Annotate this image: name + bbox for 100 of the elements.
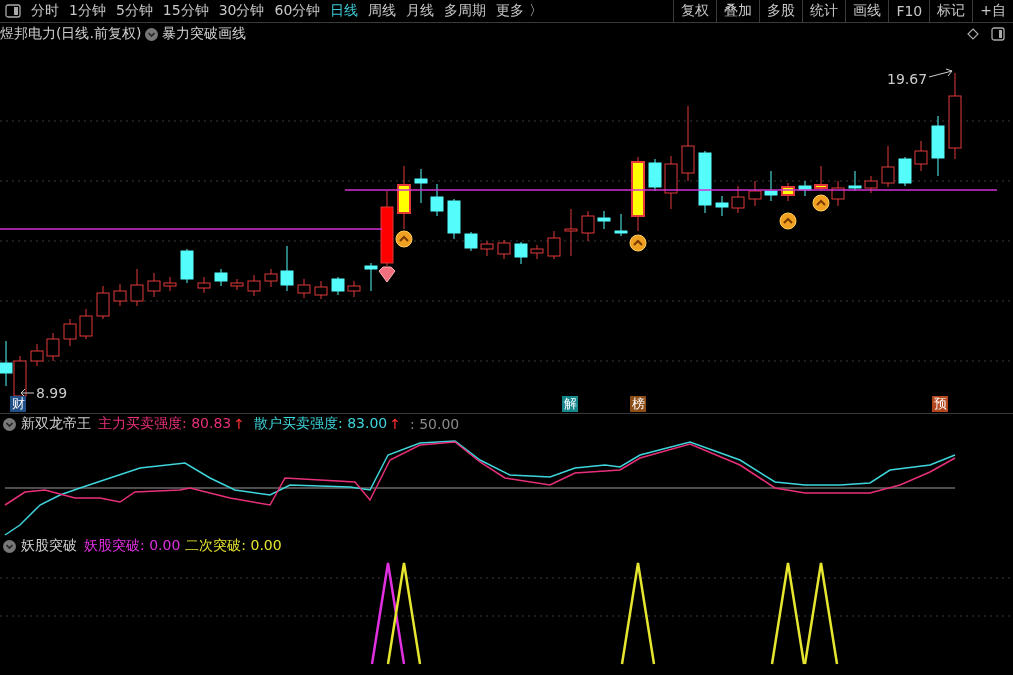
candlestick [814,165,828,192]
period-tab[interactable]: 日线 [325,0,364,22]
candlestick [0,340,13,387]
period-tab[interactable]: 15分钟 [157,0,214,22]
price-low-label: 8.99 [36,385,68,401]
candlestick [798,180,812,197]
candlestick [347,280,361,298]
candlestick [163,276,177,292]
up-arrow: ↑ [389,416,401,432]
candlestick [147,272,161,298]
candlestick [331,276,345,296]
price-high-label: 19.67 [887,71,928,87]
toolbar-button[interactable]: 复权 [673,0,717,22]
candlestick [715,195,729,217]
legend-value: 散户买卖强度: 83.00 [254,415,388,433]
candlestick [96,285,110,320]
candlestick [79,308,93,340]
up-chevron-coin-icon [779,212,797,230]
candlestick [497,239,511,260]
more-button[interactable]: 更多 〉 [491,0,548,22]
toolbar-button[interactable]: 统计 [802,0,846,22]
period-tab[interactable]: 周线 [363,0,402,22]
toolbar-button[interactable]: +自 [972,0,1013,22]
candlestick [30,343,44,367]
overlay-name: 暴力突破画线 [162,25,247,43]
candlestick [831,180,845,207]
candlestick [113,283,127,307]
candlestick [447,198,461,240]
candlestick [297,278,311,299]
panel-toggle-icon[interactable] [991,27,1005,41]
gem-icon [378,266,396,283]
stock-title: 煜邦电力(日线.前复权) [0,25,142,43]
legend-value: 主力买卖强度: 80.83 [98,415,232,433]
candlestick [480,240,494,257]
candlestick [364,262,378,292]
candlestick [881,145,895,188]
event-marker[interactable]: 预 [932,396,948,412]
event-marker[interactable]: 榜 [630,396,646,412]
event-marker[interactable]: 解 [562,396,578,412]
up-chevron-coin-icon [395,230,413,248]
candlestick [130,268,144,307]
legend-value: : 50.00 [409,416,460,432]
toolbar-button[interactable]: 标记 [929,0,973,22]
candlestick [931,115,945,177]
panel-toggle-icon[interactable] [5,4,21,18]
dropdown-icon[interactable] [3,539,16,553]
event-marker[interactable]: 财 [10,396,26,412]
candlestick [264,268,278,288]
candlestick [664,155,678,210]
candlestick [597,210,611,230]
arrow-icon [928,68,953,78]
period-tab[interactable]: 分时 [26,0,64,22]
candlestick [614,213,628,237]
candlestick [414,168,428,204]
candlestick [781,182,795,202]
candlestick [698,150,712,214]
legend-value: 妖股突破: 0.00 [84,537,181,555]
dropdown-icon[interactable] [145,27,159,41]
candlestick [864,175,878,194]
candlestick [46,332,60,362]
up-chevron-coin-icon [629,234,647,252]
candlestick [848,170,862,192]
period-tab[interactable]: 月线 [401,0,440,22]
period-tab[interactable]: 5分钟 [110,0,158,22]
period-tab[interactable]: 30分钟 [213,0,270,22]
period-tab[interactable]: 多周期 [439,0,492,22]
toolbar-button[interactable]: 多股 [759,0,803,22]
arrow-icon [20,388,35,398]
candlestick [397,165,411,230]
candlestick [214,268,228,287]
toolbar-button[interactable]: 画线 [845,0,889,22]
candlestick [530,244,544,260]
candlestick [748,180,762,207]
diamond-icon[interactable] [967,28,979,40]
candlestick [180,248,194,284]
candlestick [564,208,578,257]
indicator-name: 妖股突破 [21,537,77,555]
candlestick [514,241,528,265]
candlestick [63,318,77,347]
toolbar-button[interactable]: F10 [888,0,930,22]
period-tab[interactable]: 60分钟 [269,0,326,22]
dropdown-icon[interactable] [3,417,16,431]
up-arrow: ↑ [233,416,245,432]
candlestick [547,230,561,260]
candlestick [314,280,328,300]
indicator-name: 新双龙帝王 [21,415,91,433]
candlestick [731,185,745,214]
toolbar-button[interactable]: 叠加 [716,0,760,22]
period-tab[interactable]: 1分钟 [64,0,111,22]
candlestick [247,274,261,297]
candlestick [914,140,928,172]
candlestick [764,170,778,202]
up-chevron-coin-icon [812,194,830,212]
candlestick [648,158,662,192]
candlestick [230,278,244,291]
candlestick [898,156,912,187]
candlestick [430,183,444,217]
candlestick [280,245,294,292]
candlestick [464,231,478,252]
candlestick [581,210,595,242]
